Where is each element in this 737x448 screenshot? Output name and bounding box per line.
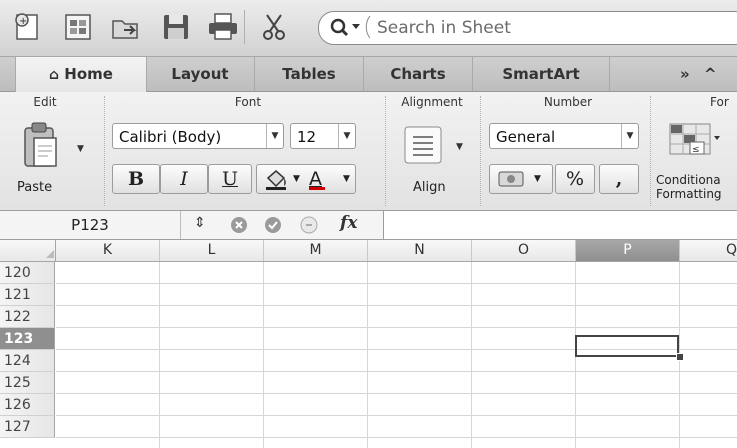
format-group-title: For	[710, 95, 729, 109]
comma-style-button[interactable]: ,	[599, 164, 639, 194]
search-icon[interactable]	[327, 15, 373, 39]
row-header-124[interactable]: 124	[0, 350, 55, 372]
enter-icon[interactable]	[264, 216, 282, 238]
paste-label: Paste	[17, 180, 53, 195]
standard-toolbar: +	[0, 0, 737, 57]
formula-bar: P123 ⇕ fx	[0, 211, 737, 240]
row-header-121[interactable]: 121	[0, 284, 55, 306]
row-header-123[interactable]: 123	[0, 328, 55, 350]
fill-dropdown-icon[interactable]: ▼	[293, 165, 300, 193]
search-input[interactable]	[377, 16, 737, 40]
name-box-stepper-icon[interactable]: ⇕	[194, 215, 206, 231]
underline-button[interactable]: U	[208, 164, 252, 194]
group-divider	[385, 96, 386, 206]
group-divider	[480, 96, 481, 206]
conditional-formatting-label-line1: Conditiona	[656, 173, 721, 187]
tab-smartart[interactable]: SmartArt	[473, 57, 610, 91]
accounting-format-button[interactable]: ▼	[489, 164, 553, 194]
font-color-group: ▼ A ▼	[256, 164, 356, 194]
new-document-icon[interactable]: +	[12, 12, 44, 46]
ribbon-collapse-icon[interactable]: ^	[704, 57, 717, 91]
select-all-corner[interactable]	[0, 240, 56, 261]
conditional-formatting-icon[interactable]: ≤	[668, 122, 720, 168]
column-header-n[interactable]: N	[368, 240, 472, 261]
group-divider	[104, 96, 105, 206]
column-header-m[interactable]: M	[264, 240, 368, 261]
group-divider	[650, 96, 651, 206]
tab-tables[interactable]: Tables	[255, 57, 364, 91]
accounting-dropdown-icon[interactable]: ▼	[534, 165, 541, 193]
open-icon[interactable]	[110, 12, 142, 46]
toolbar-divider	[244, 10, 245, 44]
font-size-select[interactable]: 12 ▼	[290, 123, 356, 149]
number-format-value: General	[496, 128, 556, 146]
ribbon-home: Edit ▼ Paste Font Calibri (Body) ▼ 12 ▼ …	[0, 92, 737, 211]
tab-home-label: Home	[64, 65, 113, 83]
column-headers: K L M N O P Q	[0, 240, 737, 262]
search-box[interactable]	[318, 11, 737, 45]
tab-overflow-icon[interactable]: »	[680, 57, 690, 91]
chevron-down-icon[interactable]: ▼	[266, 124, 283, 148]
number-format-select[interactable]: General ▼	[489, 123, 639, 149]
conditional-formatting-label-line2: Formatting	[656, 187, 722, 201]
tab-home[interactable]: ⌂ Home	[15, 57, 147, 92]
row-header-122[interactable]: 122	[0, 306, 55, 328]
fill-color-icon[interactable]	[263, 168, 291, 198]
excel-window: + ⌂ Home Layout Tables	[0, 0, 737, 448]
fx-button[interactable]: fx	[340, 213, 357, 233]
font-family-value: Calibri (Body)	[119, 128, 222, 146]
column-header-l[interactable]: L	[160, 240, 264, 261]
percent-button[interactable]: %	[555, 164, 595, 194]
print-icon[interactable]	[206, 12, 240, 46]
bold-button[interactable]: B	[112, 164, 160, 194]
column-header-k[interactable]: K	[56, 240, 160, 261]
align-dropdown-icon[interactable]: ▼	[456, 142, 463, 152]
active-cell-p123[interactable]	[575, 335, 679, 357]
row-header-126[interactable]: 126	[0, 394, 55, 416]
svg-text:+: +	[19, 16, 27, 27]
font-color-swatch	[309, 187, 325, 190]
tab-layout[interactable]: Layout	[146, 57, 255, 91]
font-size-value: 12	[297, 128, 317, 146]
edit-group-title: Edit	[33, 95, 57, 109]
save-icon[interactable]	[160, 12, 192, 46]
italic-button[interactable]: I	[160, 164, 208, 194]
alignment-group-title: Alignment	[401, 95, 463, 109]
row-header-127[interactable]: 127	[0, 416, 55, 438]
currency-icon	[498, 169, 524, 197]
paste-icon[interactable]	[22, 120, 60, 174]
tab-layout-label: Layout	[171, 65, 229, 83]
tab-tables-label: Tables	[282, 65, 336, 83]
row-header-125[interactable]: 125	[0, 372, 55, 394]
column-header-o[interactable]: O	[472, 240, 576, 261]
tab-charts[interactable]: Charts	[364, 57, 473, 91]
align-icon[interactable]	[404, 126, 444, 170]
cancel-icon[interactable]	[230, 216, 248, 238]
name-box[interactable]: P123	[0, 211, 181, 239]
column-header-q[interactable]: Q	[680, 240, 737, 261]
tab-smartart-label: SmartArt	[502, 65, 580, 83]
conditional-formatting-label: Conditiona Formatting	[656, 173, 722, 201]
fill-handle[interactable]	[676, 353, 684, 361]
chevron-down-icon[interactable]: ▼	[621, 124, 638, 148]
font-family-select[interactable]: Calibri (Body) ▼	[112, 123, 284, 149]
align-label: Align	[413, 180, 446, 195]
row-header-120[interactable]: 120	[0, 262, 55, 284]
font-group-title: Font	[234, 95, 262, 109]
ribbon-tab-bar: ⌂ Home Layout Tables Charts SmartArt » ^	[0, 57, 737, 92]
paste-dropdown-icon[interactable]: ▼	[77, 144, 84, 154]
gallery-icon[interactable]	[62, 12, 94, 46]
column-header-p[interactable]: P	[576, 240, 680, 261]
number-group-title: Number	[543, 95, 593, 109]
font-color-dropdown-icon[interactable]: ▼	[343, 165, 350, 193]
insert-function-icon[interactable]	[300, 216, 318, 238]
svg-text:≤: ≤	[692, 145, 700, 155]
chevron-down-icon[interactable]: ▼	[338, 124, 355, 148]
home-icon: ⌂	[49, 67, 60, 83]
tab-charts-label: Charts	[390, 65, 446, 83]
formula-input[interactable]	[383, 211, 737, 239]
cut-icon[interactable]	[258, 12, 290, 46]
